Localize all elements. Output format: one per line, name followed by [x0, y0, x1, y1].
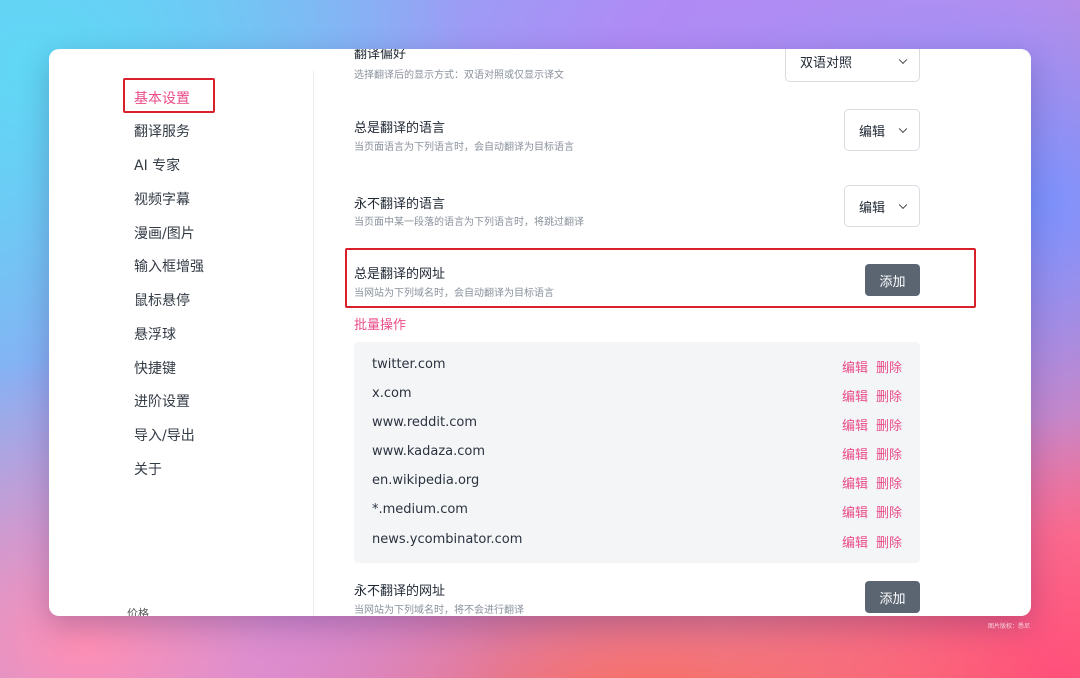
url-text: *.medium.com: [372, 502, 468, 517]
never-translate-languages-edit-label: 编辑: [859, 200, 886, 216]
sidebar-divider: [313, 71, 314, 616]
sidebar-item-ai-expert[interactable]: AI 专家: [134, 155, 180, 175]
sidebar-item-about[interactable]: 关于: [134, 459, 162, 479]
delete-link[interactable]: 删除: [876, 502, 902, 521]
list-item: news.ycombinator.com 编辑 删除: [354, 532, 920, 552]
never-translate-languages-desc: 当页面中某一段落的语言为下列语言时，将跳过翻译: [354, 217, 584, 228]
always-translate-languages-title: 总是翻译的语言: [354, 121, 446, 136]
delete-link[interactable]: 删除: [876, 415, 902, 434]
always-translate-languages-desc: 当页面语言为下列语言时，会自动翻译为目标语言: [354, 142, 574, 153]
highlight-box-sidebar: [123, 78, 215, 113]
delete-link[interactable]: 删除: [876, 444, 902, 463]
never-translate-languages-title: 永不翻译的语言: [354, 197, 446, 212]
translation-preference-desc: 选择翻译后的显示方式：双语对照或仅显示译文: [354, 70, 564, 81]
never-translate-urls-desc: 当网站为下列域名时，将不会进行翻译: [354, 605, 524, 616]
edit-link[interactable]: 编辑: [842, 502, 868, 521]
sidebar-item-mouse-hover[interactable]: 鼠标悬停: [134, 290, 190, 310]
list-item: *.medium.com 编辑 删除: [354, 502, 920, 522]
list-item: www.kadaza.com 编辑 删除: [354, 444, 920, 464]
always-translate-languages-edit[interactable]: 编辑: [844, 109, 920, 151]
sidebar-item-input-enhance[interactable]: 输入框增强: [134, 256, 204, 276]
translation-preference-value: 双语对照: [800, 55, 853, 71]
edit-link[interactable]: 编辑: [842, 357, 868, 376]
chevron-down-icon: [898, 55, 908, 65]
edit-link[interactable]: 编辑: [842, 415, 868, 434]
edit-link[interactable]: 编辑: [842, 386, 868, 405]
list-item: en.wikipedia.org 编辑 删除: [354, 473, 920, 493]
sidebar: 基本设置 翻译服务 AI 专家 视频字幕 漫画/图片 输入框增强 鼠标悬停 悬浮…: [49, 49, 314, 616]
settings-content: 翻译偏好 选择翻译后的显示方式：双语对照或仅显示译文 双语对照 总是翻译的语言 …: [354, 49, 920, 616]
chevron-down-icon: [898, 124, 908, 134]
sidebar-item-pricing[interactable]: 价格: [127, 605, 149, 616]
sidebar-item-shortcuts[interactable]: 快捷键: [134, 358, 176, 378]
always-translate-languages-edit-label: 编辑: [859, 124, 886, 140]
list-item: x.com 编辑 删除: [354, 386, 920, 406]
url-text: twitter.com: [372, 357, 446, 372]
edit-link[interactable]: 编辑: [842, 473, 868, 492]
highlight-box-always-translate-urls: [345, 248, 976, 308]
list-item: www.reddit.com 编辑 删除: [354, 415, 920, 435]
sidebar-item-floating-ball[interactable]: 悬浮球: [134, 324, 176, 344]
never-translate-urls-add-button[interactable]: 添加: [865, 581, 920, 613]
sidebar-item-video-subtitles[interactable]: 视频字幕: [134, 189, 190, 209]
never-translate-urls-title: 永不翻译的网址: [354, 584, 446, 599]
sidebar-item-manga-images[interactable]: 漫画/图片: [134, 223, 195, 243]
url-text: en.wikipedia.org: [372, 473, 480, 488]
settings-window: 基本设置 翻译服务 AI 专家 视频字幕 漫画/图片 输入框增强 鼠标悬停 悬浮…: [49, 49, 1031, 616]
url-text: news.ycombinator.com: [372, 532, 523, 547]
watermark-text: 图片版权：悉尼: [987, 623, 1030, 630]
chevron-down-icon: [898, 200, 908, 210]
delete-link[interactable]: 删除: [876, 357, 902, 376]
never-translate-languages-edit[interactable]: 编辑: [844, 185, 920, 227]
translation-preference-select[interactable]: 双语对照: [785, 49, 920, 82]
delete-link[interactable]: 删除: [876, 473, 902, 492]
translation-preference-title: 翻译偏好: [354, 49, 407, 62]
sidebar-item-import-export[interactable]: 导入/导出: [134, 425, 195, 445]
url-text: x.com: [372, 386, 412, 401]
delete-link[interactable]: 删除: [876, 386, 902, 405]
url-text: www.reddit.com: [372, 415, 478, 430]
always-translate-url-list: twitter.com 编辑 删除 x.com 编辑 删除 www.reddit.c…: [354, 342, 920, 563]
sidebar-item-translation-service[interactable]: 翻译服务: [134, 121, 190, 141]
batch-operation-link[interactable]: 批量操作: [354, 314, 406, 333]
delete-link[interactable]: 删除: [876, 532, 902, 551]
list-item: twitter.com 编辑 删除: [354, 357, 920, 377]
edit-link[interactable]: 编辑: [842, 532, 868, 551]
url-text: www.kadaza.com: [372, 444, 486, 459]
sidebar-item-advanced[interactable]: 进阶设置: [134, 391, 190, 411]
edit-link[interactable]: 编辑: [842, 444, 868, 463]
